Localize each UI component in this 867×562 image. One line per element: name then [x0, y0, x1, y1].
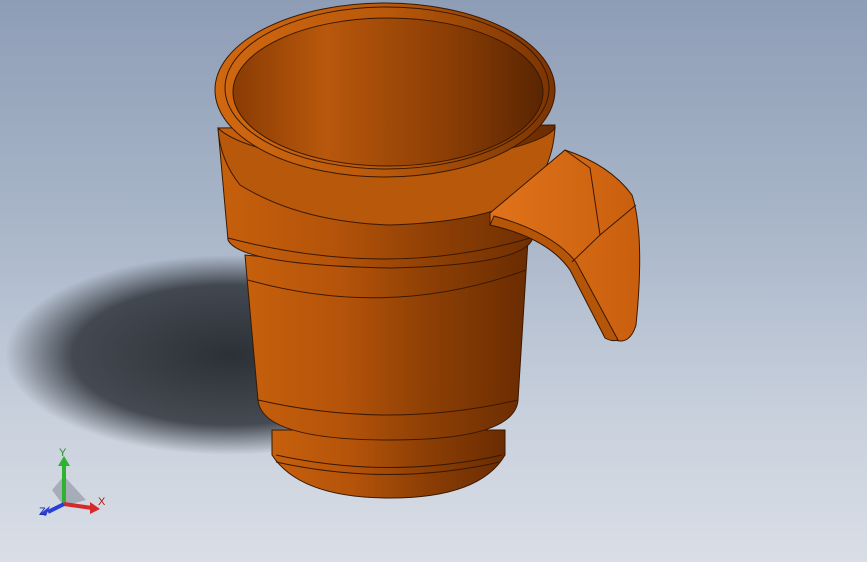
triad-y-label: Y — [59, 447, 67, 459]
triad-x-label: X — [98, 496, 106, 508]
triad-z-label: Z — [39, 506, 46, 518]
mug-interior — [232, 17, 544, 167]
graphics-viewport[interactable]: Y X Z — [0, 0, 867, 562]
triad-graphic — [40, 456, 100, 516]
coordinate-triad[interactable]: Y X Z — [34, 448, 114, 524]
triad-z-axis — [47, 502, 65, 514]
mug-body-lower[interactable] — [244, 239, 529, 441]
mug-rim[interactable] — [214, 2, 556, 178]
triad-plane — [52, 476, 86, 506]
model-view[interactable] — [0, 0, 867, 562]
triad-x-axis — [63, 502, 93, 510]
